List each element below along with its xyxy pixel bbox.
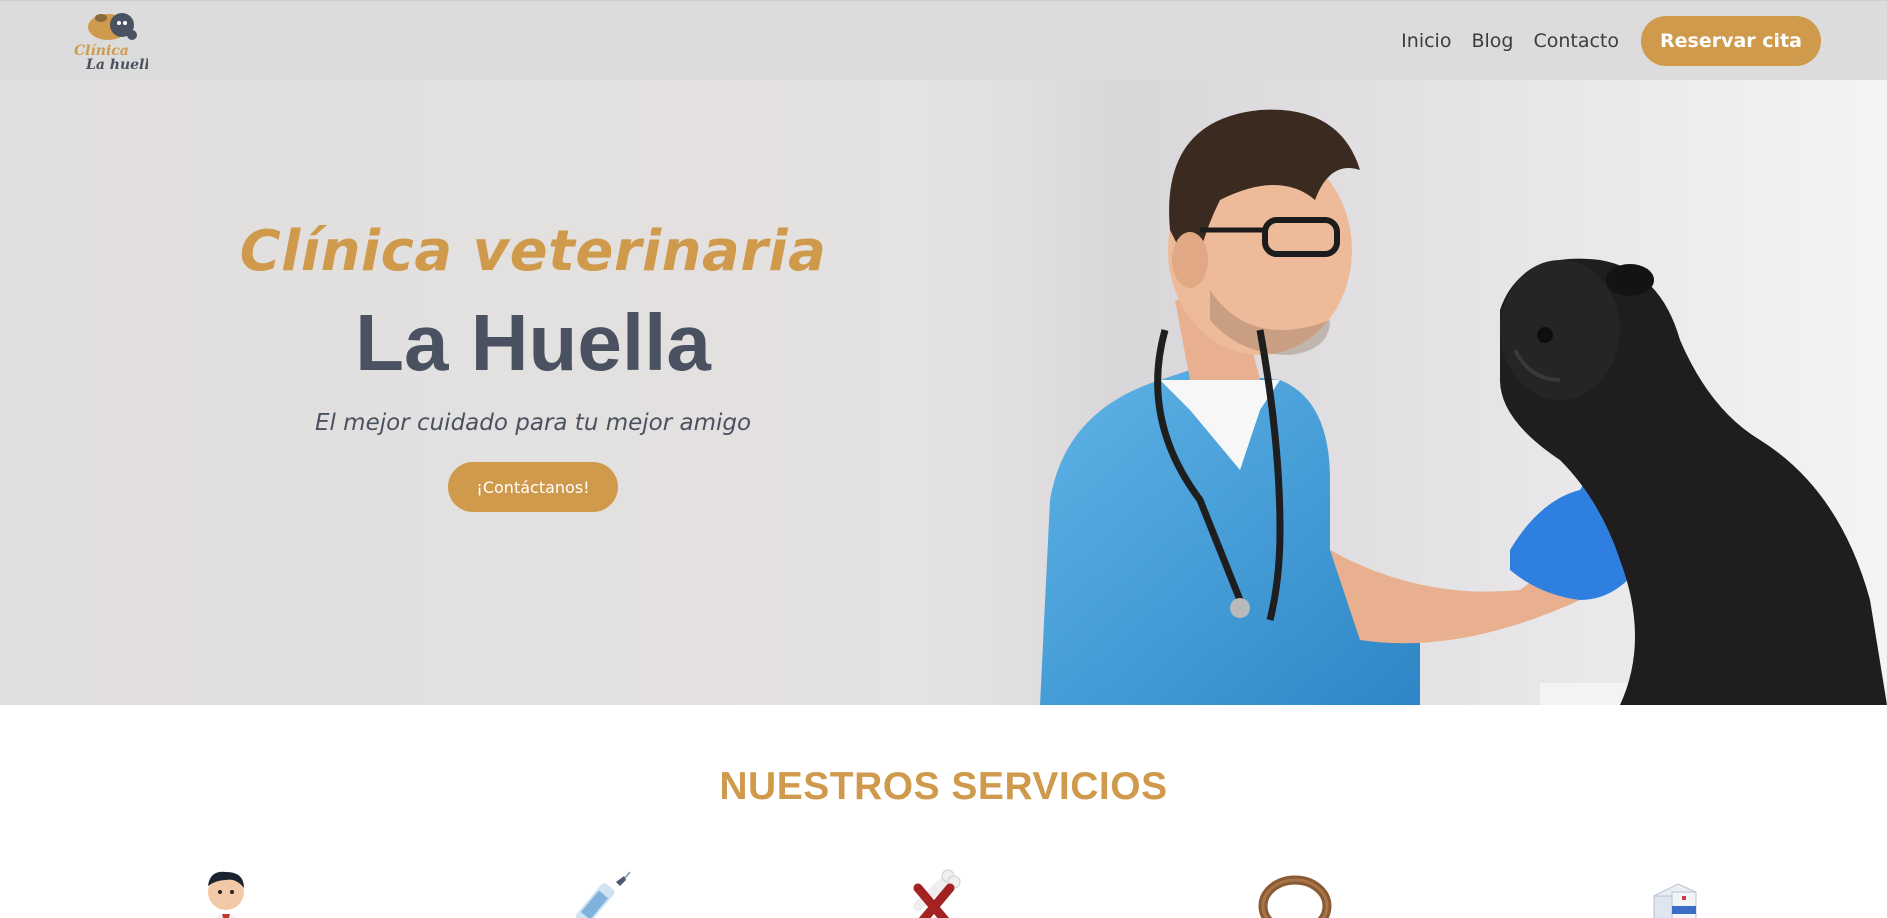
hero-kicker: Clínica veterinaria [239, 219, 827, 284]
nav-link-inicio[interactable]: Inicio [1401, 30, 1451, 52]
hero-subtitle: El mejor cuidado para tu mejor amigo [314, 410, 752, 436]
bone-food-icon[interactable] [900, 866, 980, 918]
nav-link-contacto[interactable]: Contacto [1533, 30, 1619, 52]
hero-section: Clínica veterinaria La Huella El mejor c… [0, 80, 1887, 705]
hero-title: La Huella [355, 298, 711, 387]
pharmacy-medicine-icon[interactable] [1630, 866, 1710, 918]
services-title: NUESTROS SERVICIOS [719, 765, 1168, 808]
nav-link-blog[interactable]: Blog [1471, 30, 1513, 52]
leash-collar-icon[interactable] [1255, 866, 1335, 918]
hero-text-block: Clínica veterinaria La Huella El mejor c… [180, 220, 886, 512]
top-navbar: Clínica La huella Inicio Blog Contacto R… [0, 0, 1887, 80]
reservar-cita-button[interactable]: Reservar cita [1641, 16, 1821, 66]
logo-text-la-huella: La huella [85, 57, 148, 73]
clinic-logo[interactable]: Clínica La huella [72, 7, 148, 73]
hero-vet-kissing-pug-image [860, 80, 1887, 705]
veterinarian-doctor-icon[interactable] [186, 866, 266, 918]
logo-dog-cat-icon: Clínica La huella [74, 13, 148, 73]
main-nav: Inicio Blog Contacto [1401, 1, 1619, 81]
syringe-vaccine-icon[interactable] [560, 866, 640, 918]
contactanos-button[interactable]: ¡Contáctanos! [448, 462, 618, 512]
